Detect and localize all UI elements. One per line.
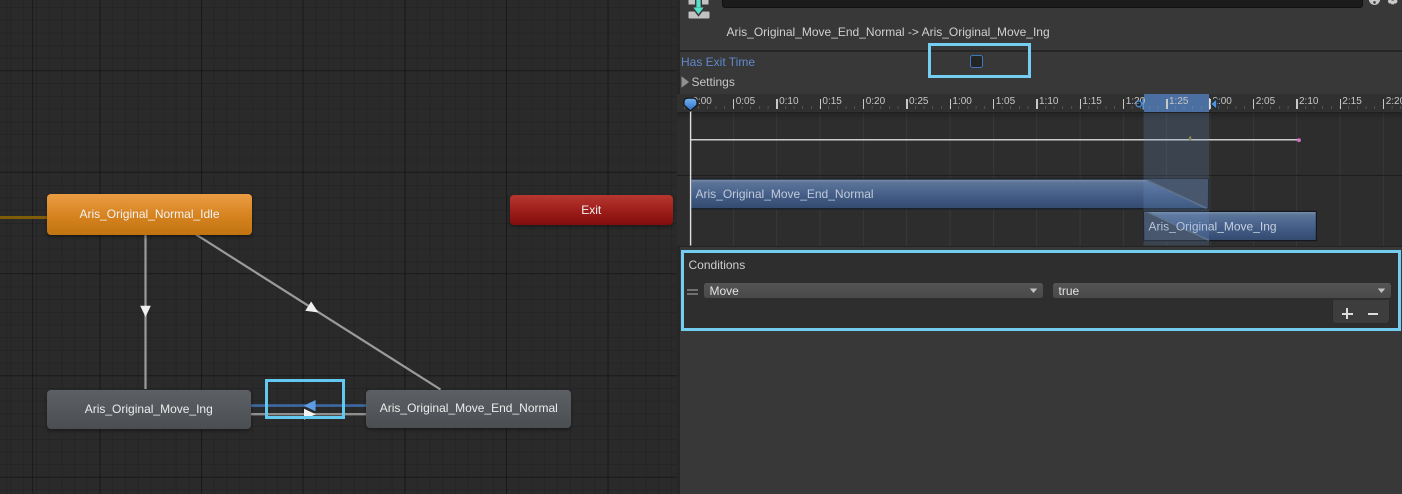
svg-text:Aris_Original_Move_End_Normal: Aris_Original_Move_End_Normal (696, 187, 874, 201)
